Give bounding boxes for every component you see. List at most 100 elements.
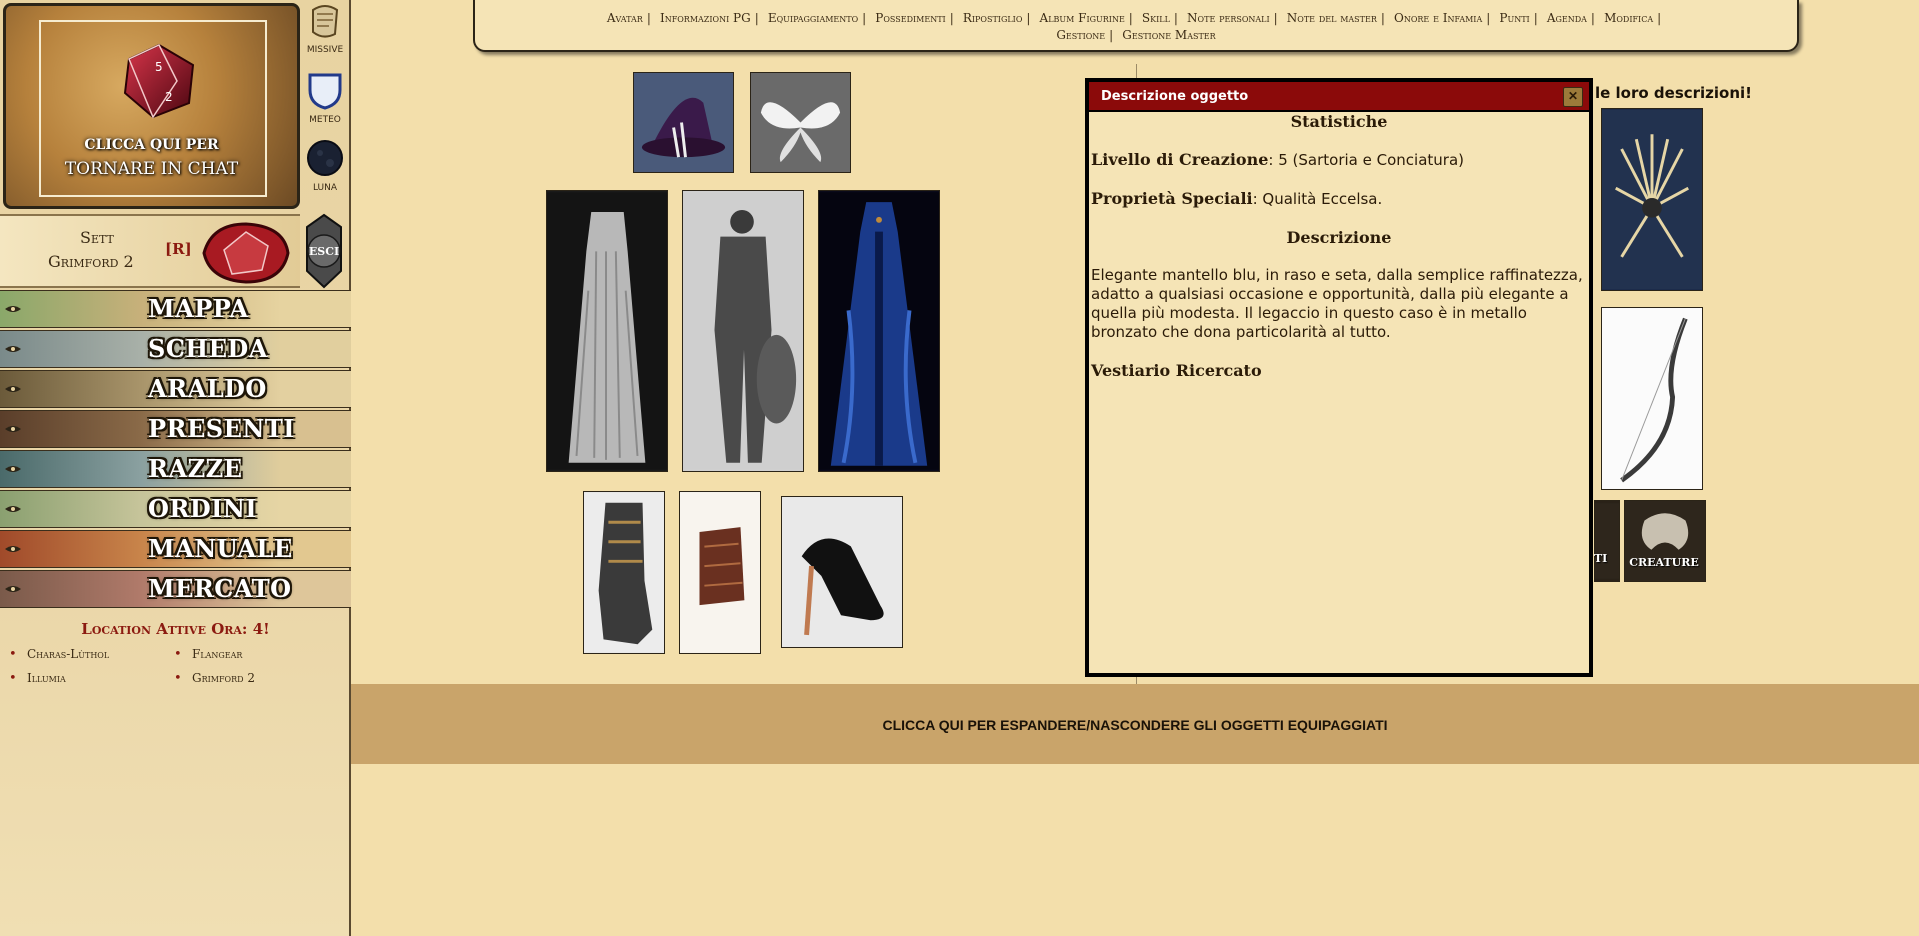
nav-manuale[interactable]: MANUALE	[0, 530, 351, 568]
nav-mercato[interactable]: MERCATO	[0, 570, 351, 608]
nav-label: PRESENTI	[148, 414, 295, 443]
description-heading: Descrizione	[1286, 228, 1392, 247]
nav-label: MANUALE	[148, 534, 293, 563]
nav-label: ARALDO	[148, 374, 267, 403]
special-properties-row: Proprietà Speciali: Qualità Eccelsa.	[1091, 189, 1587, 209]
moon-icon	[307, 140, 343, 176]
nav-link-ripostiglio[interactable]: Ripostiglio	[963, 11, 1023, 25]
location-link[interactable]: Grimford 2	[174, 671, 255, 686]
item-partial-card[interactable]	[1594, 500, 1620, 582]
nav-ordini[interactable]: ORDINI	[0, 490, 351, 528]
nav-razze[interactable]: RAZZE	[0, 450, 351, 488]
item-category: Vestiario Ricercato	[1091, 361, 1262, 380]
sidebar: 5 2 CLICCA QUI PER TORNARE IN CHAT MISSI…	[0, 0, 351, 936]
eye-icon	[5, 466, 21, 472]
hat-icon	[634, 73, 733, 172]
item-leather-bracer[interactable]	[679, 491, 761, 654]
top-navigation: Avatar | Informazioni PG | Equipaggiamento…	[473, 0, 1799, 52]
shield-icon	[308, 73, 342, 110]
nav-link-avatar[interactable]: Avatar	[607, 11, 643, 25]
missive-label: MISSIVE	[306, 45, 344, 55]
nav-link-onore-e-infamia[interactable]: Onore e Infamia	[1394, 11, 1482, 25]
nav-label: RAZZE	[148, 454, 243, 483]
nav-link-possedimenti[interactable]: Possedimenti	[875, 11, 945, 25]
missive-button[interactable]: MISSIVE	[305, 2, 345, 55]
bow-icon	[1602, 308, 1702, 489]
logout-label: ESCI	[309, 245, 339, 258]
nav-separator: |	[1533, 11, 1538, 25]
eye-icon	[5, 506, 21, 512]
luna-label: LUNA	[312, 183, 338, 193]
nav-link-modifica[interactable]: Modifica	[1604, 11, 1653, 25]
user-name[interactable]: Sett	[80, 228, 114, 247]
user-location: Grimford 2	[48, 252, 134, 271]
nav-separator: |	[1128, 11, 1133, 25]
wings-icon	[751, 73, 850, 172]
nav-link-note-personali[interactable]: Note personali	[1187, 11, 1270, 25]
eye-icon	[5, 346, 21, 352]
modal-title: Descrizione oggetto	[1101, 89, 1249, 104]
nav-separator: |	[1590, 11, 1595, 25]
creature-icon	[1625, 501, 1705, 581]
nav-mappa[interactable]: MAPPA	[0, 290, 351, 328]
nav-label: MAPPA	[148, 294, 249, 323]
creature-card[interactable]	[1624, 500, 1706, 582]
chat-line1: CLICCA QUI PER	[84, 137, 219, 153]
item-blue-cloak[interactable]	[818, 190, 940, 472]
toggle-equipped-items-label: CLICCA QUI PER ESPANDERE/NASCONDERE GLI …	[882, 717, 1388, 733]
eye-icon	[5, 386, 21, 392]
descriptions-heading: le loro descrizioni!	[1595, 84, 1753, 102]
nav-link-album-figurine[interactable]: Album Figurine	[1040, 11, 1125, 25]
nav-link-equipaggiamento[interactable]: Equipaggiamento	[768, 11, 858, 25]
eye-icon	[5, 306, 21, 312]
nav-link-punti[interactable]: Punti	[1499, 11, 1529, 25]
svg-text:2: 2	[165, 90, 173, 104]
luna-button[interactable]: LUNA	[305, 138, 345, 193]
eye-icon	[5, 586, 21, 592]
logout-button[interactable]: ESCI	[303, 213, 345, 289]
close-icon[interactable]	[1563, 87, 1583, 107]
nav-separator: |	[646, 11, 651, 25]
creation-level-value: : 5 (Sartoria e Conciatura)	[1268, 151, 1464, 169]
meteo-label: METEO	[309, 115, 341, 125]
nav-label: SCHEDA	[148, 334, 268, 363]
location-link[interactable]: Charas-Lùthol	[9, 647, 109, 662]
item-fan[interactable]	[1601, 108, 1703, 291]
nav-scheda[interactable]: SCHEDA	[0, 330, 351, 368]
toggle-equipped-items-button[interactable]: CLICCA QUI PER ESPANDERE/NASCONDERE GLI …	[351, 684, 1919, 764]
partial-card-label: TI	[1594, 552, 1608, 565]
active-locations-title: Location Attive Ora: 4!	[81, 620, 270, 638]
nav-presenti[interactable]: PRESENTI	[0, 410, 351, 448]
item-white-wings[interactable]	[750, 72, 851, 173]
nav-link-informazioni-pg[interactable]: Informazioni PG	[660, 11, 751, 25]
creature-label: CREATURE	[1629, 556, 1699, 569]
nav-link-gestione-master[interactable]: Gestione Master	[1122, 28, 1215, 42]
special-properties-value: : Qualità Eccelsa.	[1252, 190, 1383, 208]
location-link[interactable]: Illumia	[9, 671, 66, 686]
robe-icon	[547, 192, 667, 470]
item-grey-robe[interactable]	[546, 190, 668, 472]
nav-link-gestione[interactable]: Gestione	[1056, 28, 1105, 42]
dice-shield-icon[interactable]	[202, 220, 290, 286]
item-black-heel[interactable]	[781, 496, 903, 648]
nav-link-note-del-master[interactable]: Note del master	[1287, 11, 1377, 25]
svg-text:5: 5	[155, 60, 163, 74]
item-gauntlet[interactable]	[583, 491, 665, 654]
location-link[interactable]: Flangear	[174, 647, 243, 662]
nav-label: ORDINI	[148, 494, 258, 523]
nav-separator: |	[1486, 11, 1491, 25]
scroll-icon	[312, 5, 339, 38]
item-witch-hat[interactable]	[633, 72, 734, 173]
creation-level-label: Livello di Creazione	[1091, 150, 1269, 169]
nav-link-agenda[interactable]: Agenda	[1547, 11, 1587, 25]
nav-araldo[interactable]: ARALDO	[0, 370, 351, 408]
nav-link-skill[interactable]: Skill	[1142, 11, 1170, 25]
item-bow[interactable]	[1601, 307, 1703, 490]
back-to-chat-button[interactable]: 5 2 CLICCA QUI PER TORNARE IN CHAT	[3, 3, 300, 209]
special-properties-label: Proprietà Speciali	[1091, 189, 1253, 208]
item-armor[interactable]	[682, 190, 804, 472]
meteo-button[interactable]: METEO	[305, 70, 345, 125]
armor-icon	[683, 192, 803, 470]
eye-icon	[5, 546, 21, 552]
nav-label: MERCATO	[148, 574, 292, 603]
